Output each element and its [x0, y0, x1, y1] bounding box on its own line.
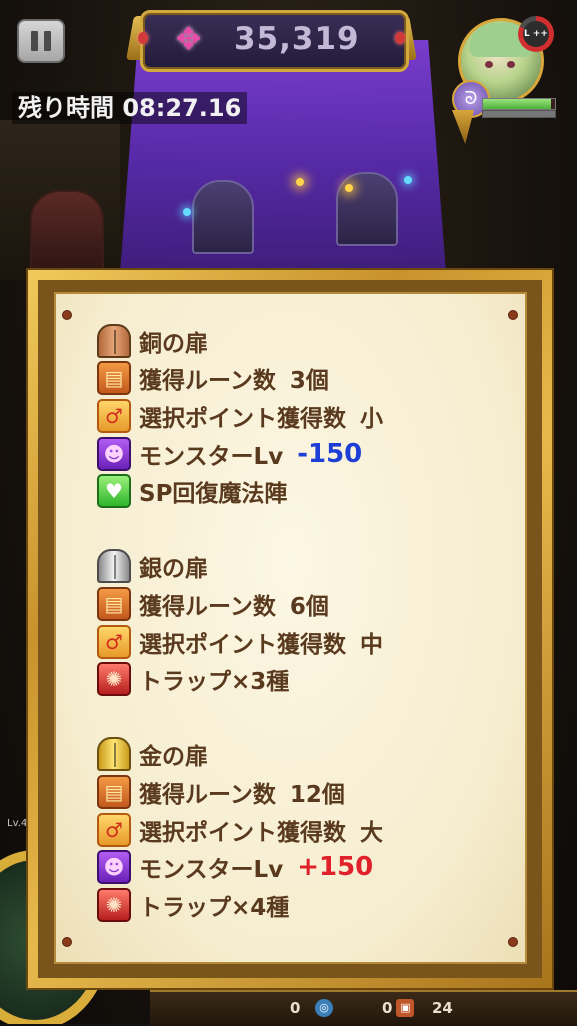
- attribute-value: 大: [360, 819, 383, 846]
- trap-icon: ✺: [97, 887, 131, 922]
- attribute-value: 12個: [289, 781, 345, 808]
- lamp-light: [296, 178, 304, 186]
- score-plate: ✥ 35,319: [126, 6, 417, 72]
- attribute-value: -150: [297, 438, 363, 469]
- selection-point-icon: ♂: [97, 624, 131, 659]
- trap-icon: ✺: [97, 662, 131, 697]
- door-attribute-row: ☻ モンスターLv +150: [97, 848, 517, 886]
- glow-orb: [404, 176, 412, 184]
- monster-icon: ☻: [97, 436, 131, 471]
- rivet: [63, 311, 71, 319]
- attribute-value: 6個: [289, 593, 329, 620]
- door-title: 銅の扉: [139, 330, 208, 357]
- door-attribute-row: ☻ モンスターLv -150: [97, 435, 517, 473]
- door-attribute-row: ✺ トラップ×3種: [97, 660, 517, 698]
- door-attribute-row: ▤ 獲得ルーン数 12個: [97, 773, 517, 811]
- attribute-value: +150: [297, 852, 374, 883]
- bottom-status-bar: 0 ◎ 0 ▣ 24: [150, 990, 577, 1026]
- treasure-chest-icon: ▤: [97, 586, 131, 621]
- rune-icon: ◎: [315, 999, 333, 1017]
- attribute-label: 選択ポイント獲得数: [139, 631, 346, 658]
- pause-icon: [31, 31, 38, 51]
- door-info-list: 銅の扉 ▤ 獲得ルーン数 3個 ♂ 選択ポイント獲得数小 ☻ モンスターLv -150 ♥ SP回復…: [97, 322, 517, 924]
- hp-bar: [482, 98, 556, 110]
- count-c: 24: [432, 999, 453, 1017]
- attribute-value: 3個: [289, 368, 329, 395]
- door-title: 銀の扉: [139, 556, 208, 583]
- glow-orb: [183, 208, 191, 216]
- door-attribute-row: ✺ トラップ×4種: [97, 886, 517, 924]
- lamp-light: [345, 184, 353, 192]
- gem-ornament: [138, 32, 148, 44]
- attribute-label: 獲得ルーン数: [139, 781, 276, 808]
- door-attribute-row: ▤ 獲得ルーン数 3個: [97, 360, 517, 398]
- rivet: [509, 938, 517, 946]
- door-attribute-row: ♂ 選択ポイント獲得数小: [97, 397, 517, 435]
- attribute-label: 獲得ルーン数: [139, 593, 276, 620]
- selection-point-icon: ♂: [97, 812, 131, 847]
- attribute-label: SP回復魔法陣: [139, 481, 288, 508]
- sub-gauge-bar: [482, 110, 556, 118]
- door-title: 金の扉: [139, 744, 208, 771]
- attribute-label: 獲得ルーン数: [139, 368, 276, 395]
- bronze-door-icon: [97, 323, 131, 358]
- treasure-chest-icon: ▤: [97, 361, 131, 396]
- door-section-title: 銅の扉: [97, 322, 517, 360]
- heart-heal-icon: ♥: [97, 474, 131, 509]
- remaining-time: 残り時間 08:27.16: [12, 92, 248, 124]
- pause-button[interactable]: [17, 19, 65, 63]
- attribute-label: トラップ×4種: [139, 894, 290, 921]
- attribute-value: 小: [360, 405, 383, 432]
- background-door: [192, 180, 254, 254]
- door-attribute-row: ♥ SP回復魔法陣: [97, 472, 517, 510]
- rivet: [63, 938, 71, 946]
- attribute-label: モンスターLv: [139, 443, 284, 470]
- attribute-value: 中: [360, 631, 383, 658]
- rivet: [509, 311, 517, 319]
- door-section-title: 銀の扉: [97, 548, 517, 586]
- selection-point-icon: ♂: [97, 398, 131, 433]
- gold-door-icon: [97, 737, 131, 772]
- door-attribute-row: ▤ 獲得ルーン数 6個: [97, 585, 517, 623]
- skill-gauge-label: L ++: [523, 21, 549, 47]
- attribute-label: 選択ポイント獲得数: [139, 405, 346, 432]
- monster-icon: ☻: [97, 850, 131, 885]
- chest-icon: ▣: [396, 999, 415, 1017]
- attribute-label: 選択ポイント獲得数: [139, 819, 346, 846]
- door-section-title: 金の扉: [97, 736, 517, 774]
- door-attribute-row: ♂ 選択ポイント獲得数大: [97, 811, 517, 849]
- treasure-chest-icon: ▤: [97, 774, 131, 809]
- background-barrel: [30, 190, 104, 274]
- attribute-label: モンスターLv: [139, 857, 284, 884]
- leader-character[interactable]: L ++ ᘐ: [452, 14, 566, 146]
- silver-door-icon: [97, 549, 131, 584]
- background-door: [336, 172, 398, 246]
- level-label: Lv.4: [7, 818, 28, 829]
- attribute-label: トラップ×3種: [139, 669, 290, 696]
- count-b: 0: [382, 999, 393, 1017]
- wing-emblem-icon: ✥: [176, 22, 202, 57]
- gem-ornament: [395, 32, 405, 44]
- skill-gauge[interactable]: L ++: [518, 16, 554, 52]
- score-value: 35,319: [234, 21, 360, 57]
- purple-light-beam: [118, 40, 448, 300]
- count-a: 0: [290, 999, 301, 1017]
- door-attribute-row: ♂ 選択ポイント獲得数中: [97, 623, 517, 661]
